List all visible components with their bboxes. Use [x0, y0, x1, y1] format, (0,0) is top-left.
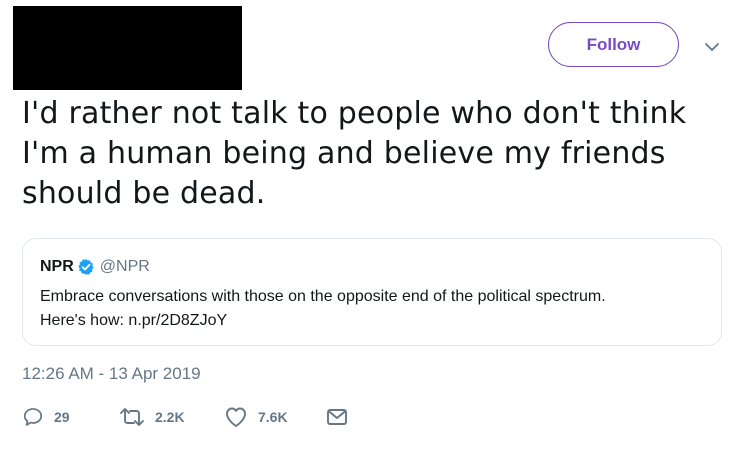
quoted-tweet-line: Embrace conversations with those on the …: [40, 288, 606, 305]
quoted-tweet-line: Here's how: n.pr/2D8ZJoY: [40, 312, 228, 329]
verified-icon: [77, 258, 95, 276]
quoted-tweet-text: Embrace conversations with those on the …: [40, 285, 710, 333]
like-count: 7.6K: [258, 409, 288, 425]
retweet-icon: [120, 408, 144, 426]
tweet-page: Follow I'd rather not talk to people who…: [0, 0, 740, 451]
tweet-options-caret[interactable]: [703, 40, 721, 54]
tweet-text: I'd rather not talk to people who don't …: [22, 96, 687, 211]
quoted-tweet-header: NPR @NPR: [40, 258, 150, 276]
like-icon: [226, 407, 246, 427]
reply-icon: [23, 408, 43, 426]
retweet-button[interactable]: 2.2K: [119, 404, 185, 430]
quoted-tweet-card[interactable]: NPR @NPR Embrace conversations with thos…: [22, 238, 722, 346]
chevron-down-icon: [705, 42, 719, 51]
redacted-author-block: [13, 6, 242, 90]
reply-count: 29: [54, 409, 70, 425]
reply-button[interactable]: 29: [22, 404, 70, 430]
direct-message-icon: [327, 409, 347, 425]
retweet-count: 2.2K: [155, 409, 185, 425]
like-button[interactable]: 7.6K: [224, 404, 288, 430]
quoted-author-name: NPR: [40, 258, 74, 275]
tweet-timestamp[interactable]: 12:26 AM - 13 Apr 2019: [22, 364, 201, 384]
quoted-author-handle: @NPR: [99, 258, 150, 275]
follow-button[interactable]: Follow: [548, 22, 679, 67]
direct-message-button[interactable]: [326, 404, 348, 430]
